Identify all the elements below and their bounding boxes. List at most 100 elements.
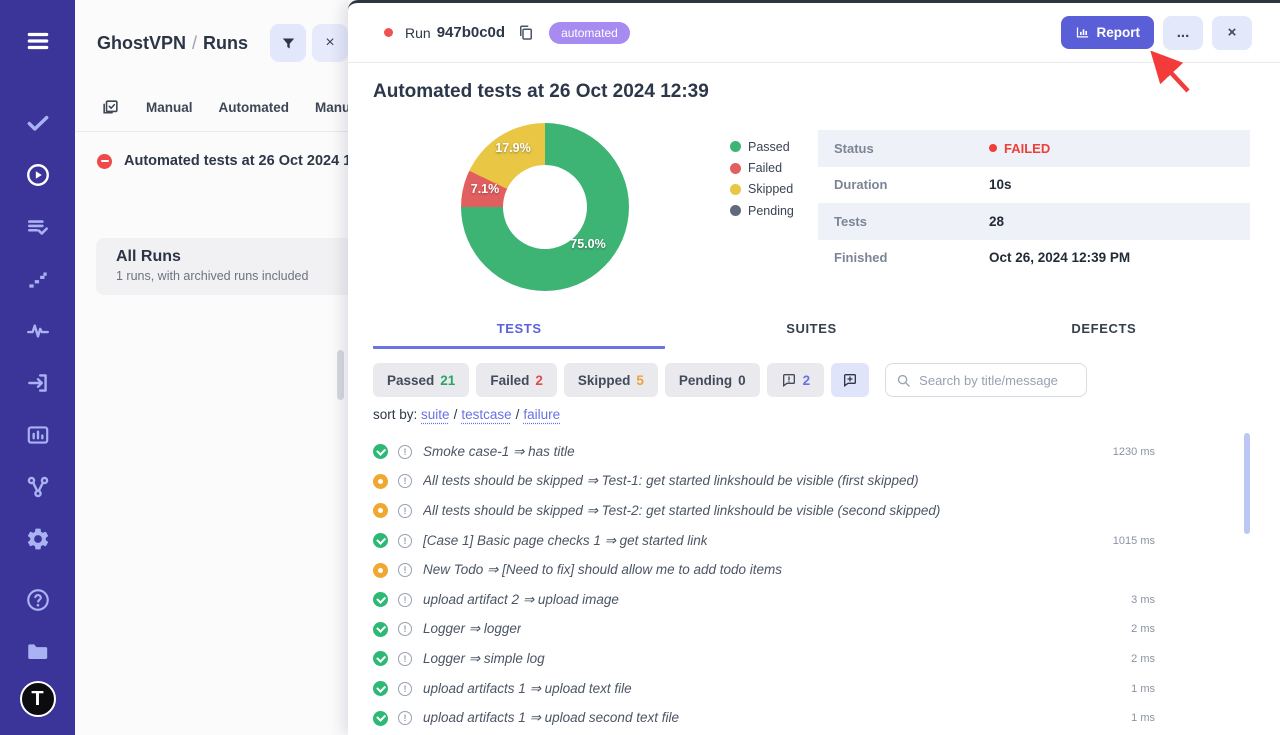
funnel-icon: [280, 35, 297, 52]
all-runs-card[interactable]: All Runs 1 runs, with archived runs incl…: [96, 238, 356, 295]
test-row[interactable]: ! All tests should be skipped ⇒ Test-2: …: [373, 496, 1255, 526]
pipelines-signin-icon[interactable]: [23, 368, 53, 398]
comments-count: 2: [803, 373, 811, 388]
runs-play-icon[interactable]: [23, 160, 53, 190]
test-row[interactable]: ! New Todo ⇒ [Need to fix] should allow …: [373, 555, 1255, 585]
run-detail-panel: Run 947b0c0d automated Report ... × Auto…: [348, 0, 1280, 735]
tab-automated[interactable]: Automated: [219, 100, 290, 115]
passed-status-icon: [373, 711, 388, 726]
report-button[interactable]: Report: [1061, 16, 1155, 49]
info-icon: !: [398, 652, 412, 666]
tests-check-icon[interactable]: [23, 108, 53, 138]
sort-by-testcase-link[interactable]: testcase: [461, 407, 511, 422]
run-detail-header: Run 947b0c0d automated Report ... ×: [348, 3, 1280, 63]
test-list: ! Smoke case-1 ⇒ has title 1230 ms ! All…: [373, 437, 1255, 733]
passed-dot: [730, 141, 741, 152]
test-row[interactable]: ! upload artifacts 1 ⇒ upload second tex…: [373, 703, 1255, 733]
breadcrumb: GhostVPN/Runs: [97, 33, 248, 54]
passed-count: 21: [440, 373, 455, 388]
help-icon[interactable]: [23, 585, 53, 615]
info-icon: !: [398, 682, 412, 696]
run-list-item[interactable]: Automated tests at 26 Oct 2024 12:39: [75, 132, 348, 169]
test-duration: 1 ms: [1055, 712, 1155, 724]
tab-tests[interactable]: TESTS: [373, 321, 665, 349]
menu-icon[interactable]: [23, 26, 53, 56]
filter-button[interactable]: [270, 24, 306, 62]
run-title: Automated tests at 26 Oct 2024 12:39: [373, 81, 709, 103]
summary-row-status: Status FAILED: [818, 130, 1250, 167]
automated-badge: automated: [549, 22, 630, 44]
comment-plus-icon: [842, 372, 858, 388]
run-item-title: Automated tests at 26 Oct 2024 12:39: [124, 153, 348, 169]
search-input[interactable]: [919, 373, 1095, 388]
report-button-label: Report: [1097, 25, 1141, 40]
breadcrumb-page: Runs: [203, 33, 248, 53]
close-run-button[interactable]: ×: [1212, 16, 1252, 50]
summary-row-tests: Tests 28: [818, 203, 1250, 240]
branches-icon[interactable]: [23, 472, 53, 502]
milestones-steps-icon[interactable]: [23, 264, 53, 294]
test-row[interactable]: ! upload artifacts 1 ⇒ upload text file …: [373, 674, 1255, 704]
test-row[interactable]: ! Logger ⇒ simple log 2 ms: [373, 644, 1255, 674]
test-row[interactable]: ! [Case 1] Basic page checks 1 ⇒ get sta…: [373, 526, 1255, 556]
passed-status-icon: [373, 681, 388, 696]
skipped-count: 5: [636, 373, 644, 388]
summary-row-finished: Finished Oct 26, 2024 12:39 PM: [818, 240, 1250, 277]
tab-defects[interactable]: DEFECTS: [958, 321, 1250, 349]
app-logo[interactable]: T: [20, 681, 56, 717]
runs-panel-tabs: Manual Automated Manual: [75, 62, 348, 132]
filter-passed-button[interactable]: Passed 21: [373, 363, 469, 397]
comment-alert-icon: [781, 372, 797, 388]
info-icon: !: [398, 711, 412, 725]
test-duration: 1 ms: [1055, 683, 1155, 695]
settings-gear-icon[interactable]: [23, 524, 53, 554]
test-row[interactable]: ! upload artifact 2 ⇒ upload image 3 ms: [373, 585, 1255, 615]
info-icon: !: [398, 474, 412, 488]
skipped-status-icon: [373, 563, 388, 578]
legend-item-passed[interactable]: Passed: [730, 136, 794, 157]
filter-failed-button[interactable]: Failed 2: [476, 363, 557, 397]
close-icon: ×: [1228, 24, 1237, 41]
legend-item-failed[interactable]: Failed: [730, 157, 794, 178]
test-row[interactable]: ! Logger ⇒ logger 2 ms: [373, 615, 1255, 645]
runs-list-panel: GhostVPN/Runs × Manual Automated Manual …: [75, 0, 348, 735]
passed-status-icon: [373, 533, 388, 548]
test-row[interactable]: ! All tests should be skipped ⇒ Test-1: …: [373, 467, 1255, 497]
reports-chart-icon[interactable]: [23, 420, 53, 450]
add-comment-button[interactable]: [831, 363, 869, 397]
copy-run-id-button[interactable]: [517, 24, 535, 42]
projects-folder-icon[interactable]: [23, 637, 53, 667]
filter-skipped-button[interactable]: Skipped 5: [564, 363, 658, 397]
info-icon: !: [398, 504, 412, 518]
failed-dot: [730, 163, 741, 174]
legend-item-skipped[interactable]: Skipped: [730, 179, 794, 200]
logo-letter: T: [31, 688, 43, 711]
summary-row-duration: Duration 10s: [818, 167, 1250, 204]
run-id: 947b0c0d: [437, 24, 505, 41]
test-duration: 2 ms: [1055, 623, 1155, 635]
passed-slice-label: 75.0%: [570, 237, 605, 251]
runs-panel-scrollbar[interactable]: [337, 350, 344, 400]
legend-item-pending[interactable]: Pending: [730, 200, 794, 221]
passed-status-icon: [373, 622, 388, 637]
tab-manual[interactable]: Manual: [146, 100, 193, 115]
sort-by-failure-link[interactable]: failure: [523, 407, 560, 422]
test-list-scrollbar[interactable]: [1244, 433, 1250, 534]
tab-suites[interactable]: SUITES: [665, 321, 957, 349]
sort-by-suite-link[interactable]: suite: [421, 407, 450, 422]
select-runs-icon[interactable]: [101, 98, 120, 117]
pending-dot: [730, 205, 741, 216]
panel-close-button[interactable]: ×: [312, 24, 348, 62]
breadcrumb-project[interactable]: GhostVPN: [97, 33, 186, 53]
more-options-button[interactable]: ...: [1163, 16, 1203, 50]
info-icon: !: [398, 622, 412, 636]
filter-pending-button[interactable]: Pending 0: [665, 363, 760, 397]
test-plans-icon[interactable]: [23, 212, 53, 242]
filter-comments-button[interactable]: 2: [767, 363, 825, 397]
analytics-pulse-icon[interactable]: [23, 316, 53, 346]
close-icon: ×: [325, 34, 334, 52]
tab-third[interactable]: Manual: [315, 100, 348, 115]
test-row[interactable]: ! Smoke case-1 ⇒ has title 1230 ms: [373, 437, 1255, 467]
run-label: Run: [405, 25, 431, 41]
info-icon: !: [398, 563, 412, 577]
